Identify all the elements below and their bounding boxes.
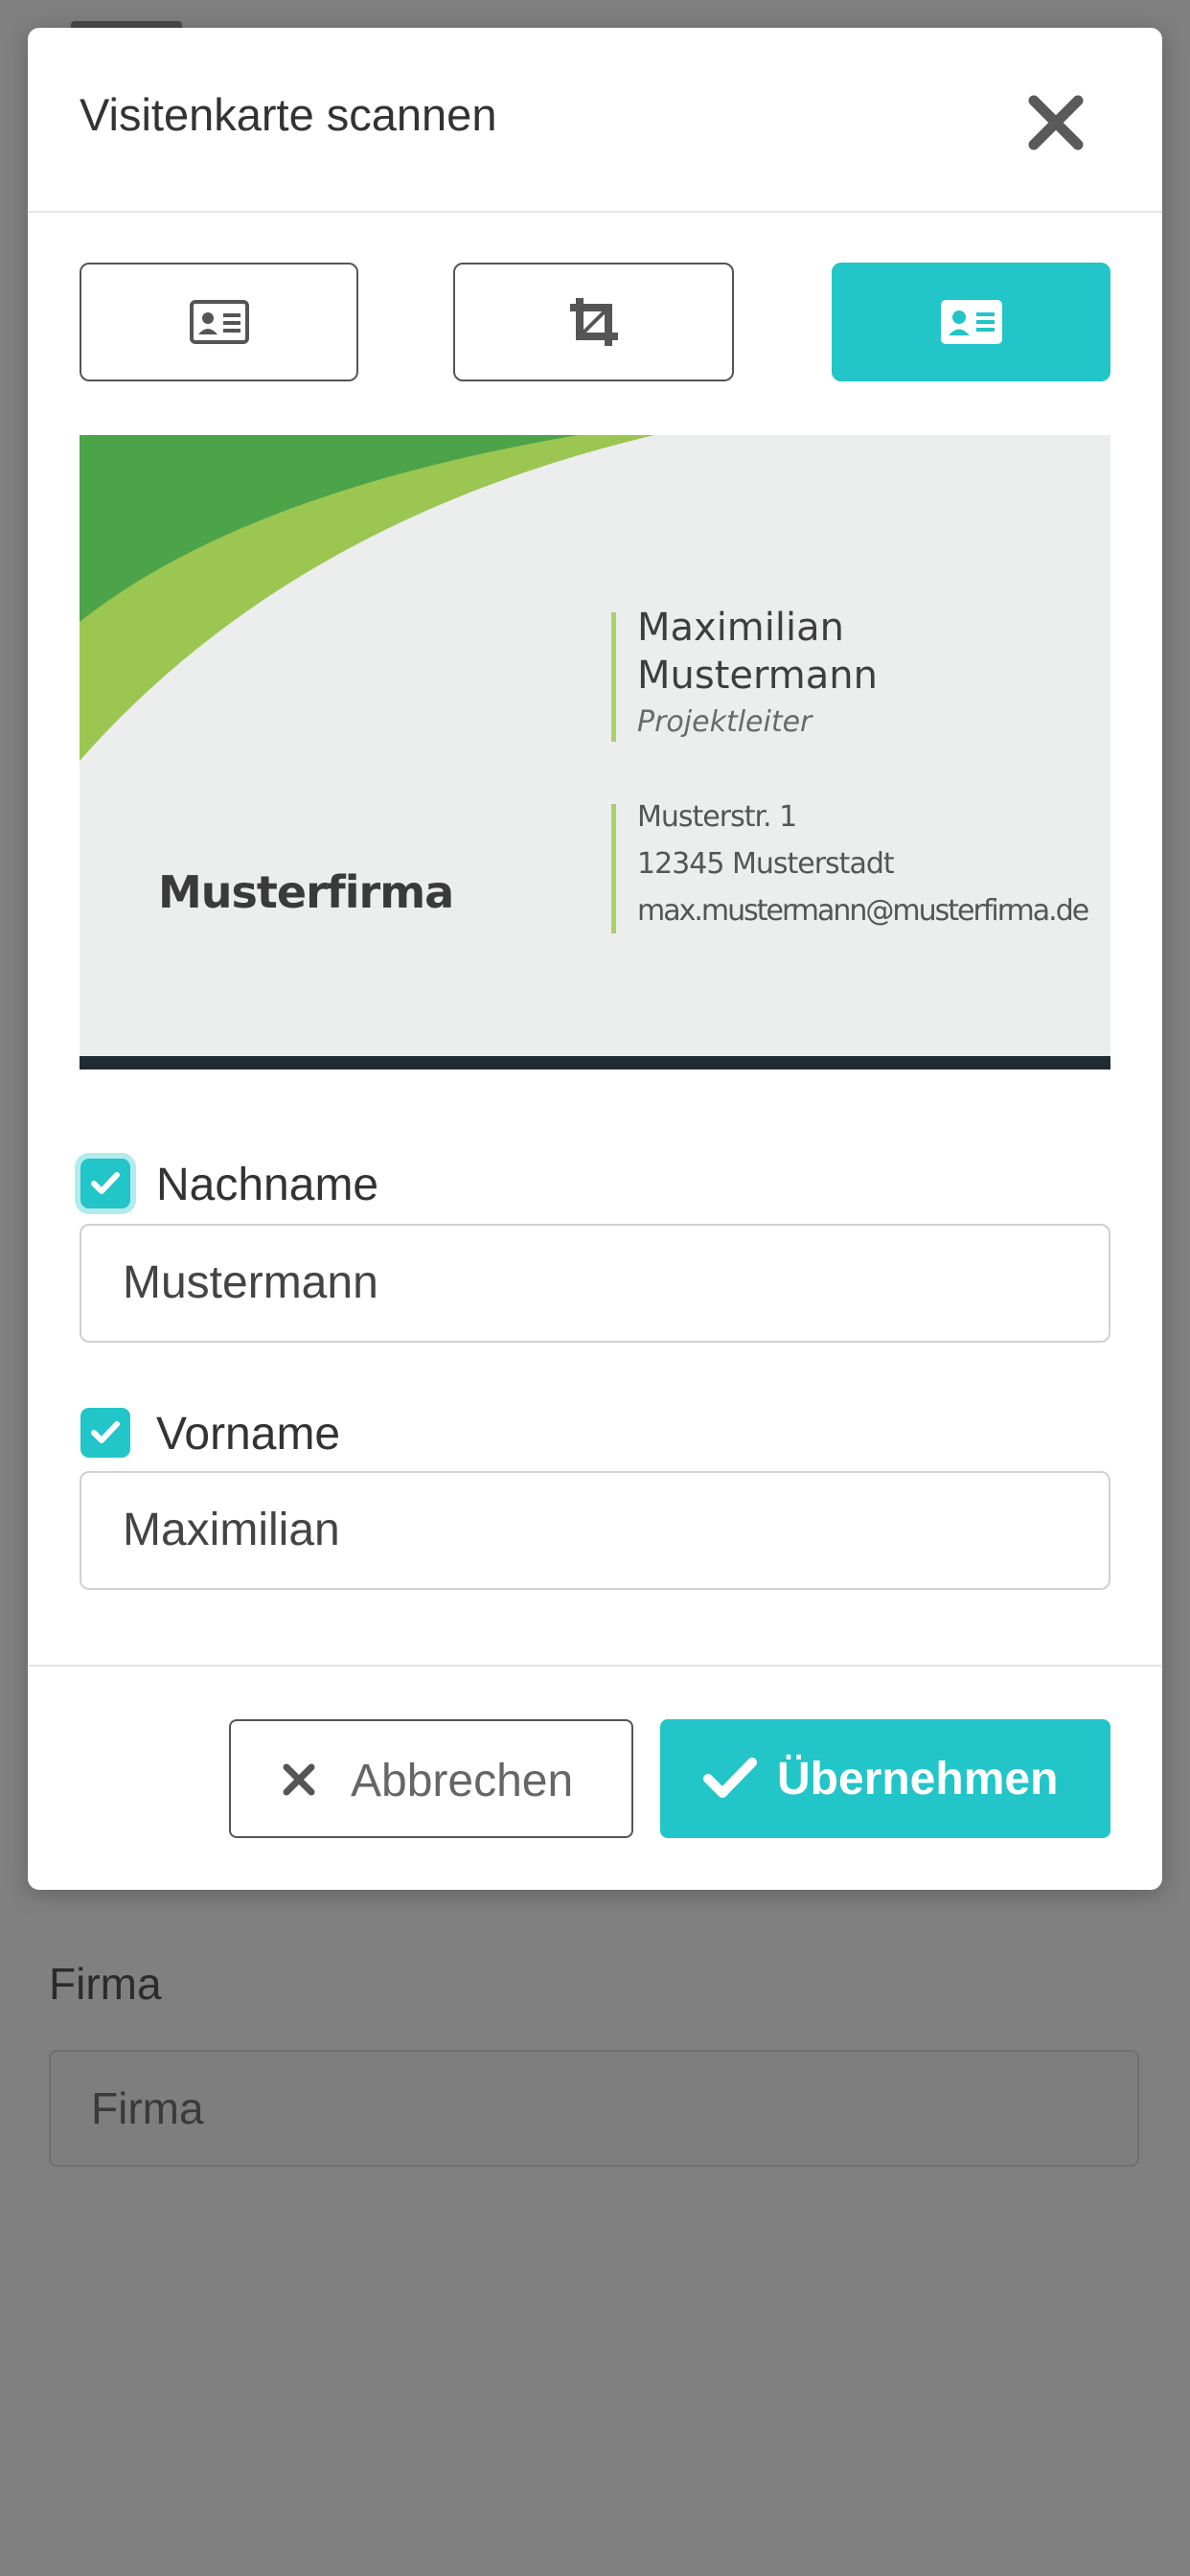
nachname-label: Nachname	[156, 1160, 379, 1210]
business-card-image: Musterfirma Maximilian Mustermann Projek…	[80, 435, 1110, 1070]
modal-footer-divider	[28, 1665, 1162, 1667]
modal-title: Visitenkarte scannen	[80, 89, 497, 140]
close-icon	[1028, 95, 1084, 150]
card-divider-bottom	[611, 804, 616, 933]
check-icon	[91, 1421, 120, 1443]
confirm-button[interactable]: Übernehmen	[660, 1719, 1110, 1838]
card-street: Musterstr. 1	[637, 800, 797, 834]
check-icon	[703, 1758, 757, 1798]
step-crop-button[interactable]	[453, 263, 734, 381]
modal-header: Visitenkarte scannen	[28, 28, 1162, 213]
cancel-button[interactable]: Abbrechen	[229, 1719, 633, 1838]
close-button[interactable]	[1022, 89, 1089, 156]
card-last-name: Mustermann	[637, 654, 878, 698]
card-swoosh	[80, 435, 654, 761]
card-bottom-edge	[80, 1056, 1110, 1070]
card-company: Musterfirma	[158, 866, 454, 918]
card-city: 12345 Musterstadt	[637, 847, 895, 881]
id-card-icon	[189, 300, 249, 344]
firma-label: Firma	[49, 1959, 162, 2009]
cancel-label: Abbrechen	[351, 1756, 574, 1806]
step-result-button[interactable]	[832, 263, 1110, 381]
crop-icon	[569, 298, 618, 346]
confirm-label: Übernehmen	[777, 1754, 1059, 1805]
close-icon	[283, 1763, 315, 1796]
step-card-button[interactable]	[80, 263, 358, 381]
card-email: max.mustermann@musterfirma.de	[637, 894, 1089, 928]
card-first-name: Maximilian	[637, 606, 844, 650]
vorname-label: Vorname	[156, 1409, 341, 1460]
check-icon	[91, 1172, 120, 1194]
firma-input[interactable]: Firma	[49, 2050, 1139, 2167]
nachname-checkbox[interactable]	[80, 1159, 130, 1208]
vorname-input[interactable]: Maximilian	[80, 1471, 1110, 1590]
scan-business-card-modal: Visitenkarte scannen Musterfirma Maximil…	[28, 28, 1162, 1890]
vorname-checkbox[interactable]	[80, 1408, 130, 1458]
card-role: Projektleiter	[637, 705, 812, 739]
card-divider-top	[611, 612, 616, 742]
nachname-input[interactable]: Mustermann	[80, 1224, 1110, 1343]
id-card-icon	[940, 300, 1002, 344]
